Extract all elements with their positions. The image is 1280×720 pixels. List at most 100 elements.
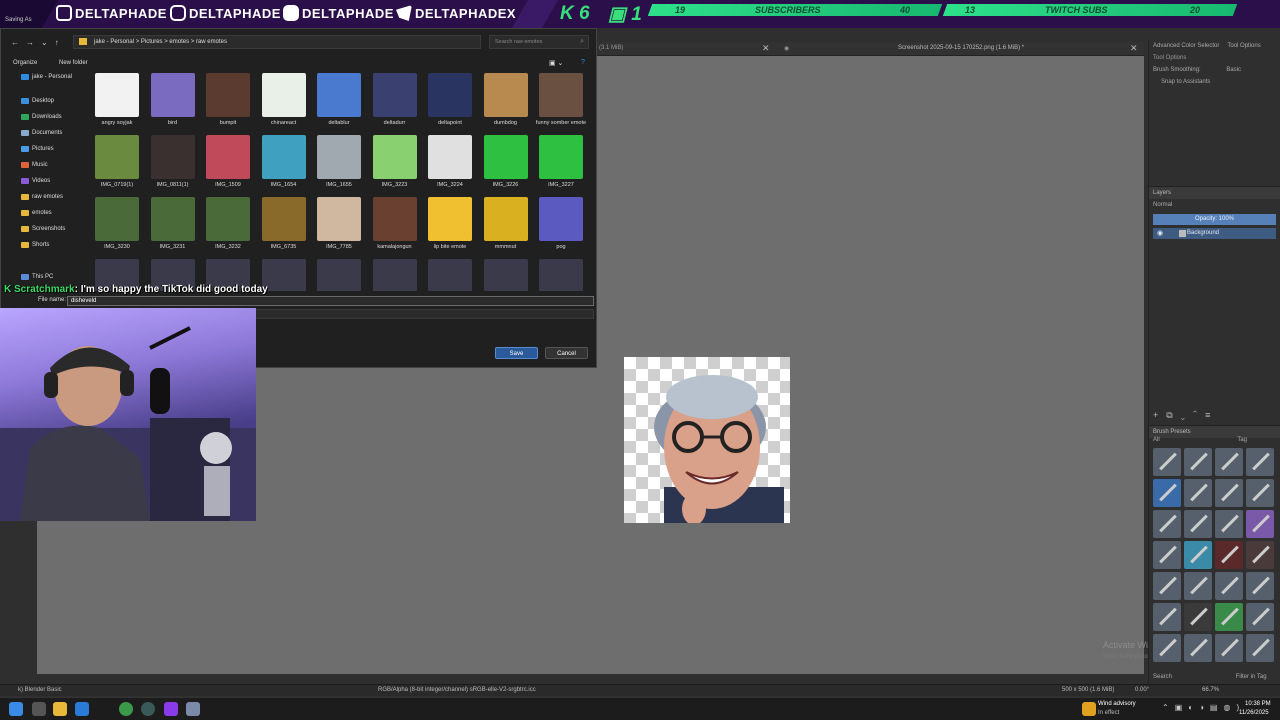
discord-icon[interactable] bbox=[164, 702, 178, 716]
filename-input[interactable]: disheveld bbox=[67, 296, 594, 306]
file-item[interactable]: IMG_3227 bbox=[533, 135, 589, 197]
nav-item[interactable]: emotes bbox=[1, 205, 83, 221]
layer-background[interactable]: ◉ Background bbox=[1153, 228, 1276, 239]
nav-item[interactable]: Videos bbox=[1, 173, 83, 189]
nav-item[interactable]: Desktop bbox=[1, 93, 83, 109]
brush-preset[interactable] bbox=[1153, 510, 1181, 538]
nav-arrow-icons[interactable]: ←→⌄↑ bbox=[11, 38, 66, 47]
canvas-image[interactable] bbox=[624, 357, 790, 523]
search-input[interactable]: Search raw emotes ⌕ bbox=[489, 35, 589, 49]
file-item[interactable]: pog bbox=[533, 197, 589, 259]
file-item[interactable]: lip bite emote bbox=[422, 197, 478, 259]
obs-icon[interactable] bbox=[141, 702, 155, 716]
brush-preset[interactable] bbox=[1153, 448, 1181, 476]
file-item[interactable]: IMG_7785 bbox=[311, 197, 367, 259]
file-item[interactable]: IMG_0811(1) bbox=[145, 135, 201, 197]
file-item[interactable]: IMG_3230 bbox=[89, 197, 145, 259]
breadcrumb-item[interactable]: jake - Personal bbox=[94, 39, 134, 45]
krita-icon[interactable] bbox=[186, 702, 200, 716]
new-folder-button[interactable]: New folder bbox=[59, 60, 88, 66]
organize-button[interactable]: Organize bbox=[13, 60, 37, 66]
close-document-icon[interactable]: ✕ bbox=[1130, 43, 1138, 54]
brush-preset[interactable] bbox=[1215, 448, 1243, 476]
view-options-icon[interactable]: ▣ ⌄ bbox=[549, 59, 563, 67]
brush-preset[interactable] bbox=[1153, 541, 1181, 569]
file-item[interactable]: IMG_3223 bbox=[367, 135, 423, 197]
file-item[interactable]: kamalajongun bbox=[367, 197, 423, 259]
nav-item[interactable]: Music bbox=[1, 157, 83, 173]
brush-smoothing-select[interactable]: Basic bbox=[1226, 67, 1241, 73]
close-tab-icon[interactable]: ✕ bbox=[762, 43, 770, 54]
brush-preset[interactable] bbox=[1215, 479, 1243, 507]
file-item[interactable] bbox=[311, 259, 367, 291]
clock-time[interactable]: 10:38 PM bbox=[1245, 701, 1271, 707]
nav-item[interactable]: jake - Personal bbox=[1, 69, 83, 85]
file-item[interactable]: IMG_1654 bbox=[256, 135, 312, 197]
tag-select[interactable]: Tag bbox=[1237, 437, 1247, 443]
nav-item[interactable]: Pictures bbox=[1, 141, 83, 157]
tab-color-selector[interactable]: Advanced Color Selector bbox=[1153, 43, 1219, 49]
visibility-eye-icon[interactable]: ◉ bbox=[1157, 228, 1163, 239]
opacity-slider[interactable]: Opacity: 100% bbox=[1153, 214, 1276, 225]
file-item[interactable] bbox=[367, 259, 423, 291]
brush-preset[interactable] bbox=[1184, 479, 1212, 507]
brush-preset[interactable] bbox=[1246, 603, 1274, 631]
file-item[interactable] bbox=[422, 259, 478, 291]
breadcrumb-item[interactable]: raw emotes bbox=[196, 39, 227, 45]
filter-in-tag-checkbox[interactable]: Filter in Tag bbox=[1236, 674, 1267, 680]
nav-item[interactable]: Shorts bbox=[1, 237, 83, 253]
snap-to-assistants-checkbox[interactable]: Snap to Assistants bbox=[1149, 76, 1280, 88]
file-item[interactable]: IMG_1509 bbox=[200, 135, 256, 197]
file-item[interactable]: IMG_0719(1) bbox=[89, 135, 145, 197]
nav-item[interactable]: Downloads bbox=[1, 109, 83, 125]
brush-preset[interactable] bbox=[1246, 541, 1274, 569]
file-item[interactable]: IMG_3232 bbox=[200, 197, 256, 259]
file-item[interactable]: chinareact bbox=[256, 73, 312, 135]
brush-preset[interactable] bbox=[1246, 479, 1274, 507]
start-icon[interactable] bbox=[9, 702, 23, 716]
nav-item[interactable]: raw emotes bbox=[1, 189, 83, 205]
brush-search-input[interactable]: Search bbox=[1153, 674, 1172, 680]
brush-preset[interactable] bbox=[1184, 603, 1212, 631]
brush-preset[interactable] bbox=[1246, 510, 1274, 538]
task-view-icon[interactable] bbox=[32, 702, 46, 716]
file-item[interactable]: mmmnut bbox=[478, 197, 534, 259]
brush-preset[interactable] bbox=[1184, 448, 1212, 476]
address-bar[interactable]: jake - Personal > Pictures > emotes > ra… bbox=[73, 35, 481, 49]
brush-preset[interactable] bbox=[1153, 603, 1181, 631]
brush-preset[interactable] bbox=[1215, 541, 1243, 569]
file-item[interactable]: IMG_1655 bbox=[311, 135, 367, 197]
nav-item[interactable]: This PC bbox=[1, 269, 83, 285]
blend-mode-select[interactable]: Normal bbox=[1149, 199, 1280, 211]
file-item[interactable]: bumpit bbox=[200, 73, 256, 135]
nav-item[interactable]: Screenshots bbox=[1, 221, 83, 237]
tray-icons[interactable]: ⌃▣◐◑▤◍) bbox=[1162, 703, 1245, 712]
file-item[interactable]: bird bbox=[145, 73, 201, 135]
breadcrumb-item[interactable]: Pictures bbox=[141, 39, 163, 45]
file-item[interactable]: IMG_3226 bbox=[478, 135, 534, 197]
brush-preset[interactable] bbox=[1153, 479, 1181, 507]
file-item[interactable]: IMG_6735 bbox=[256, 197, 312, 259]
file-item[interactable]: deltablur bbox=[311, 73, 367, 135]
file-item[interactable]: IMG_3231 bbox=[145, 197, 201, 259]
brush-preset[interactable] bbox=[1184, 541, 1212, 569]
file-item[interactable]: dumbdog bbox=[478, 73, 534, 135]
layer-action-icons[interactable]: +⧉⌄⌃≡ bbox=[1153, 410, 1218, 421]
file-item[interactable]: deltapoint bbox=[422, 73, 478, 135]
clock-date[interactable]: 11/26/2025 bbox=[1239, 710, 1269, 716]
file-item[interactable] bbox=[533, 259, 589, 291]
brush-preset[interactable] bbox=[1246, 448, 1274, 476]
brush-preset[interactable] bbox=[1246, 572, 1274, 600]
tab-tool-options[interactable]: Tool Options bbox=[1227, 43, 1260, 49]
brush-filter-select[interactable]: All bbox=[1153, 437, 1160, 443]
file-item[interactable]: angry soyjak bbox=[89, 73, 145, 135]
chrome-icon[interactable] bbox=[119, 702, 133, 716]
brush-preset[interactable] bbox=[1215, 510, 1243, 538]
file-item[interactable] bbox=[478, 259, 534, 291]
file-item[interactable]: deltadurr bbox=[367, 73, 423, 135]
brush-preset[interactable] bbox=[1184, 510, 1212, 538]
status-zoom[interactable]: 66.7% bbox=[1202, 687, 1219, 693]
brush-preset[interactable] bbox=[1184, 634, 1212, 662]
cancel-button[interactable]: Cancel bbox=[545, 347, 588, 359]
document-tab[interactable]: Screenshot 2025-09-15 170252.png (1.6 Mi… bbox=[898, 45, 1024, 51]
